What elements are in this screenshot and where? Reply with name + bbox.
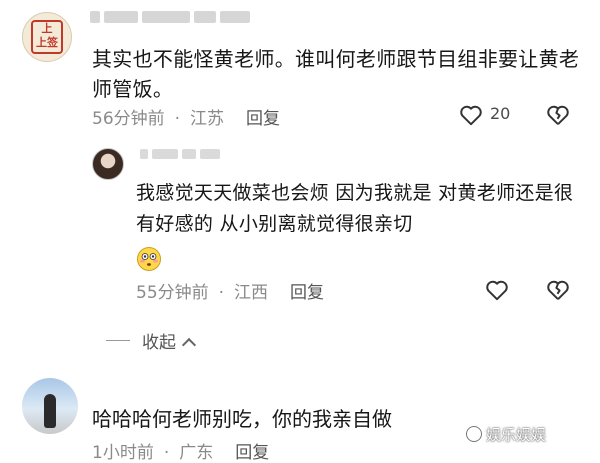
username-blurred[interactable] [140, 144, 240, 159]
comment-meta: 1小时前 · 广东 回复 [92, 438, 269, 463]
reply-button[interactable]: 回复 [235, 443, 269, 463]
reply-text: 我感觉天天做菜也会烦 因为我就是 对黄老师还是很有好感的 从小别离就觉得很亲切 [136, 182, 574, 235]
avatar-person-figure [44, 394, 56, 428]
comment-text: 其实也不能怪黄老师。谁叫何老师跟节目组非要让黄老师管饭。 [92, 47, 580, 101]
meta-separator: · [174, 109, 181, 129]
comment-location: 江苏 [190, 109, 225, 129]
comment-meta: 56分钟前 · 江苏 回复 [92, 104, 280, 129]
comment-location: 江西 [234, 283, 269, 303]
collapse-divider [106, 340, 130, 341]
reply-button[interactable]: 回复 [246, 109, 280, 129]
meta-separator: · [163, 443, 170, 463]
chevron-up-icon [181, 337, 197, 353]
avatar[interactable] [22, 378, 78, 434]
dislike-broken-heart-icon[interactable] [545, 277, 571, 303]
like-heart-icon[interactable] [458, 102, 484, 128]
flushed-face-emoji-icon [136, 246, 162, 272]
comment-meta: 55分钟前 · 江西 回复 [136, 278, 324, 303]
comment-time: 55分钟前 [136, 283, 209, 303]
watermark-logo-icon [466, 426, 482, 442]
like-count: 20 [490, 104, 511, 123]
avatar[interactable]: 上上签 [22, 12, 72, 62]
collapse-label: 收起 [142, 333, 176, 353]
comment-time: 56分钟前 [92, 109, 165, 129]
comment-location: 广东 [179, 443, 214, 463]
username-blurred[interactable] [90, 6, 290, 24]
watermark-text: 娱乐娱娱 [486, 426, 547, 444]
like-heart-icon[interactable] [484, 277, 510, 303]
dislike-broken-heart-icon[interactable] [545, 102, 571, 128]
collapse-replies-button[interactable]: 收起 [142, 328, 197, 353]
watermark: 娱乐娱娱 [466, 424, 546, 445]
avatar[interactable] [92, 148, 124, 180]
comment-time: 1小时前 [92, 443, 154, 463]
avatar-seal-image: 上上签 [31, 20, 63, 54]
meta-separator: · [218, 283, 225, 303]
reply-button[interactable]: 回复 [290, 283, 324, 303]
